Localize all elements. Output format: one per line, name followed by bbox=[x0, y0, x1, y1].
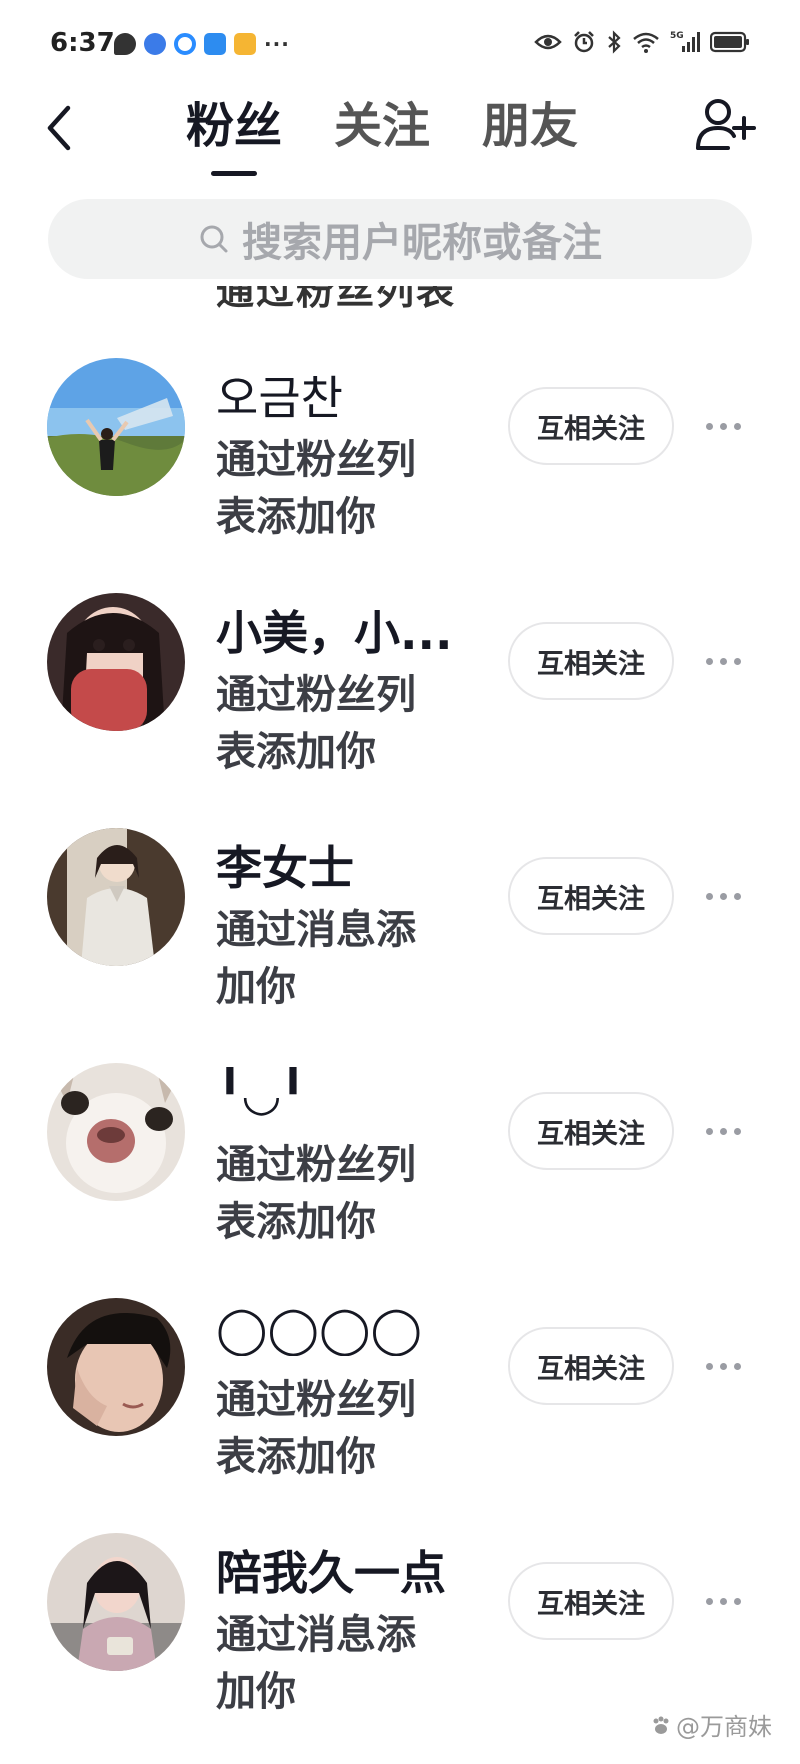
more-options-icon[interactable] bbox=[700, 412, 746, 440]
alarm-icon bbox=[574, 31, 594, 53]
more-options-icon[interactable] bbox=[700, 647, 746, 675]
avatar[interactable] bbox=[47, 1533, 185, 1671]
eye-icon bbox=[534, 34, 562, 50]
header: 粉丝 关注 朋友 bbox=[0, 88, 800, 178]
search-input[interactable]: 搜索用户昵称或备注 bbox=[48, 199, 752, 279]
notes-app-icon bbox=[234, 33, 256, 55]
follow-source: 通过粉丝列表添加你 bbox=[216, 672, 416, 775]
search-placeholder: 搜索用户昵称或备注 bbox=[242, 220, 602, 266]
tab-fans[interactable]: 粉丝 bbox=[186, 94, 283, 176]
avatar[interactable] bbox=[47, 1298, 185, 1436]
bluetooth-icon bbox=[608, 30, 621, 54]
tab-friends[interactable]: 朋友 bbox=[482, 94, 578, 170]
more-options-icon[interactable] bbox=[700, 1587, 746, 1615]
list-item[interactable]: ◯◯◯◯ 通过粉丝列表添加你 互相关注 bbox=[0, 1278, 800, 1513]
user-name[interactable]: 小美，小... bbox=[216, 597, 452, 663]
user-name[interactable]: ◯◯◯◯ bbox=[216, 1302, 422, 1356]
mutual-follow-button[interactable]: 互相关注 bbox=[508, 857, 674, 935]
mutual-follow-button[interactable]: 互相关注 bbox=[508, 1562, 674, 1640]
paw-icon bbox=[653, 1716, 669, 1734]
status-bar: 6:37 ··· 5G bbox=[0, 0, 800, 88]
wifi-icon bbox=[633, 32, 659, 53]
cut-off-row-text: 通过粉丝列表 bbox=[216, 286, 457, 308]
user-name[interactable]: 오금찬 bbox=[216, 362, 343, 428]
tab-fans-label: 粉丝 bbox=[186, 98, 283, 154]
watermark: @万商妹 bbox=[650, 1707, 772, 1742]
list-item[interactable]: 李女士 通过消息添加你 互相关注 bbox=[0, 808, 800, 1043]
active-tab-indicator bbox=[211, 171, 257, 176]
more-notifications-icon: ··· bbox=[264, 32, 290, 56]
avatar[interactable] bbox=[47, 593, 185, 731]
tab-friends-label: 朋友 bbox=[482, 98, 579, 154]
avatar[interactable] bbox=[47, 828, 185, 966]
mutual-follow-button[interactable]: 互相关注 bbox=[508, 1092, 674, 1170]
tab-following-label: 关注 bbox=[334, 98, 431, 154]
follow-source: 通过消息添加你 bbox=[216, 907, 416, 1010]
list-item[interactable]: 小美，小... 通过粉丝列表添加你 互相关注 bbox=[0, 573, 800, 808]
search-icon bbox=[200, 225, 228, 253]
mutual-follow-button[interactable]: 互相关注 bbox=[508, 1327, 674, 1405]
notification-icons: ··· bbox=[114, 32, 290, 56]
signal-icon: 5G bbox=[670, 31, 700, 52]
follower-list: 오금찬 通过粉丝列表添加你 互相关注 小美，小... 通过粉丝列表添加你 互相关… bbox=[0, 338, 800, 1748]
avatar[interactable] bbox=[47, 358, 185, 496]
user-name[interactable]: ╹◡╹ bbox=[216, 1067, 307, 1121]
follow-source: 通过粉丝列表添加你 bbox=[216, 1377, 416, 1480]
follow-source: 通过消息添加你 bbox=[216, 1612, 416, 1715]
system-icons: 5G bbox=[534, 30, 750, 54]
tab-bar: 粉丝 关注 朋友 bbox=[186, 94, 578, 176]
watermark-text: @万商妹 bbox=[676, 1713, 772, 1741]
more-options-icon[interactable] bbox=[700, 1117, 746, 1145]
tab-following[interactable]: 关注 bbox=[334, 94, 430, 170]
user-name[interactable]: 李女士 bbox=[216, 832, 354, 898]
more-options-icon[interactable] bbox=[700, 1352, 746, 1380]
app-notification-icon bbox=[144, 33, 166, 55]
cloud-app-icon bbox=[204, 33, 226, 55]
follow-source: 通过粉丝列表添加你 bbox=[216, 437, 416, 540]
list-item[interactable]: ╹◡╹ 通过粉丝列表添加你 互相关注 bbox=[0, 1043, 800, 1278]
avatar[interactable] bbox=[47, 1063, 185, 1201]
user-name[interactable]: 陪我久一点 bbox=[216, 1537, 446, 1603]
browser-icon bbox=[174, 33, 196, 55]
more-options-icon[interactable] bbox=[700, 882, 746, 910]
cut-off-row: 通过粉丝列表 bbox=[216, 286, 476, 308]
svg-text:5G: 5G bbox=[670, 31, 684, 41]
message-icon bbox=[114, 33, 136, 55]
mutual-follow-button[interactable]: 互相关注 bbox=[508, 387, 674, 465]
list-item[interactable]: 오금찬 通过粉丝列表添加你 互相关注 bbox=[0, 338, 800, 573]
battery-icon bbox=[710, 31, 749, 53]
add-friend-icon[interactable] bbox=[694, 96, 756, 154]
back-icon[interactable] bbox=[38, 100, 84, 156]
status-time: 6:37 bbox=[50, 28, 115, 58]
follow-source: 通过粉丝列表添加你 bbox=[216, 1142, 416, 1245]
mutual-follow-button[interactable]: 互相关注 bbox=[508, 622, 674, 700]
